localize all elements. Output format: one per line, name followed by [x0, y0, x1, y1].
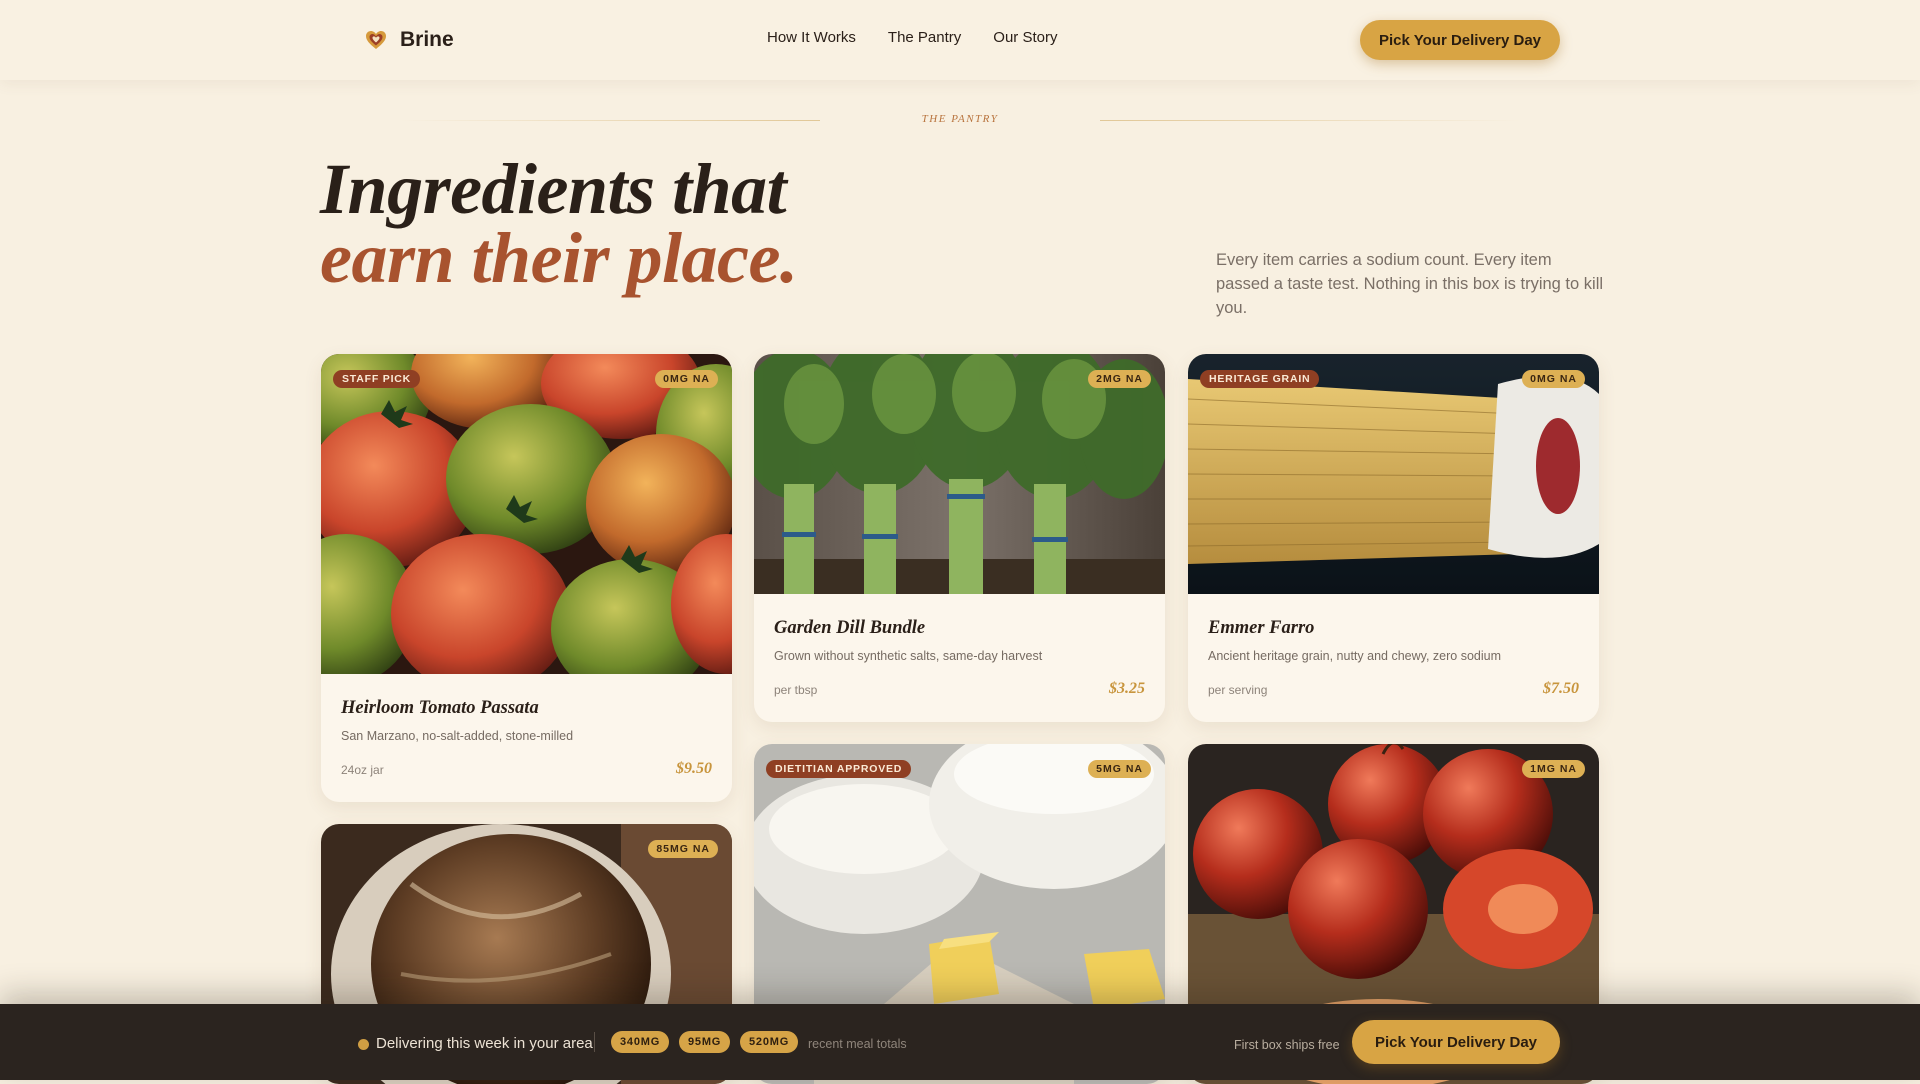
heart-logo-icon [366, 31, 386, 49]
sodium-badge: 5MG NA [1088, 760, 1151, 778]
section-eyebrow: THE PANTRY [400, 112, 1520, 128]
dill-photo-icon [754, 354, 1165, 594]
product-description: Ancient heritage grain, nutty and chewy,… [1208, 649, 1501, 663]
meal-total-pill: 520MG [740, 1031, 799, 1053]
product-image-dill: 2MG NA [754, 354, 1165, 594]
product-unit: per serving [1208, 683, 1268, 697]
sodium-badge: 1MG NA [1522, 760, 1585, 778]
status-dot-icon [358, 1039, 369, 1050]
product-name: Garden Dill Bundle [774, 618, 926, 638]
main-nav: How It Works The Pantry Our Story [767, 29, 1057, 46]
meal-totals-caption: recent meal totals [808, 1037, 907, 1051]
sticky-delivery-bar: Delivering this week in your area 340MG … [0, 1004, 1920, 1080]
nav-how-it-works[interactable]: How It Works [767, 29, 856, 46]
tomato-photo-icon [321, 354, 732, 699]
sodium-badge: 2MG NA [1088, 370, 1151, 388]
pasta-photo-icon [1188, 354, 1599, 594]
product-price: $3.25 [1109, 680, 1145, 697]
divider-line-right [1100, 120, 1520, 121]
product-card-tomato[interactable]: STAFF PICK 0MG NA Heirloom Tomato Passat… [321, 354, 732, 802]
product-name: Heirloom Tomato Passata [341, 698, 539, 718]
product-unit: 24oz jar [341, 763, 384, 777]
bar-divider [594, 1032, 595, 1052]
nav-our-story[interactable]: Our Story [993, 29, 1057, 46]
delivery-status-text: Delivering this week in your area [376, 1035, 593, 1052]
product-image-farro: HERITAGE GRAIN 0MG NA [1188, 354, 1599, 594]
hero-subtitle: Every item carries a sodium count. Every… [1216, 251, 1604, 317]
product-price: $7.50 [1543, 680, 1579, 697]
dietitian-approved-badge: DIETITIAN APPROVED [766, 760, 912, 778]
sodium-badge: 0MG NA [1522, 370, 1585, 388]
brand-logo[interactable]: Brine [364, 28, 454, 52]
product-card-dill[interactable]: 2MG NA Garden Dill Bundle Grown without … [754, 354, 1165, 722]
meal-total-pill: 95MG [679, 1031, 731, 1053]
nav-the-pantry[interactable]: The Pantry [888, 29, 961, 46]
sodium-badge: 85MG NA [648, 840, 718, 858]
meal-total-pill: 340MG [611, 1031, 670, 1053]
product-unit: per tbsp [774, 683, 818, 697]
product-name: Emmer Farro [1208, 618, 1315, 638]
brand-name: Brine [400, 28, 454, 51]
pick-delivery-day-button[interactable]: Pick Your Delivery Day [1360, 20, 1560, 60]
eyebrow-label: THE PANTRY [921, 113, 999, 125]
product-description: San Marzano, no-salt-added, stone-milled [341, 729, 574, 743]
hero-title: Ingredients that earn their place. [320, 149, 798, 298]
hero-title-line2: earn their place. [320, 218, 798, 298]
heritage-grain-badge: HERITAGE GRAIN [1200, 370, 1320, 388]
site-header: Brine How It Works The Pantry Our Story … [0, 0, 1920, 80]
product-price: $9.50 [676, 760, 712, 777]
product-image-tomato: STAFF PICK 0MG NA [321, 354, 732, 699]
hero-title-line1: Ingredients that [320, 149, 787, 229]
product-description: Grown without synthetic salts, same-day … [774, 649, 1043, 663]
staff-pick-badge: STAFF PICK [333, 370, 421, 388]
product-card-farro[interactable]: HERITAGE GRAIN 0MG NA Emmer Farro Ancien… [1188, 354, 1599, 722]
bar-pick-delivery-day-button[interactable]: Pick Your Delivery Day [1352, 1020, 1560, 1064]
sodium-badge: 0MG NA [655, 370, 718, 388]
ships-free-note: First box ships free [1234, 1038, 1340, 1052]
